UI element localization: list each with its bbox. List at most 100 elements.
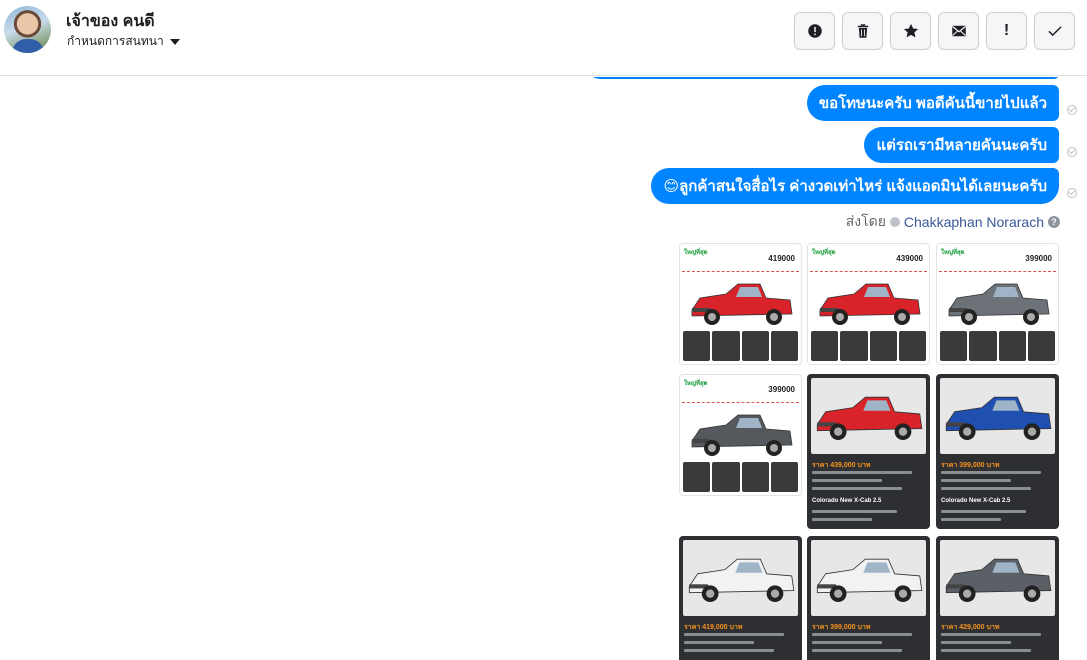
flyer-brand: ใหญ่ที่สุด — [941, 250, 965, 256]
car-flyer-image[interactable]: ใหญ่ที่สุด 399000 — [679, 374, 802, 496]
help-icon[interactable]: ? — [1048, 216, 1060, 228]
car-listing-card[interactable]: ราคา 399,000 บาทColorado New X-Cab 2.5 — [807, 536, 930, 660]
flyer-truck — [686, 405, 796, 461]
envelope-icon — [951, 25, 966, 37]
exclamation-icon: ! — [1003, 22, 1010, 39]
mark-unread-button[interactable] — [938, 12, 979, 50]
car-listing-card[interactable]: ราคา 399,000 บาท Colorado New X-Cab 2.5 — [936, 374, 1059, 529]
pickup-truck-icon — [945, 396, 1052, 441]
card-detail-line — [941, 633, 1041, 636]
message-text: 😊ลูกค้าสนใจสื่อไร ค่างวดเท่าไหร่ แจ้งแอด… — [663, 178, 1047, 195]
car-photo — [683, 540, 798, 616]
card-detail-line — [941, 510, 1026, 513]
card-detail-line — [941, 479, 1011, 482]
spam-button[interactable] — [794, 12, 835, 50]
card-detail-line — [684, 649, 774, 652]
star-button[interactable] — [890, 12, 931, 50]
card-title: Colorado New X-Cab 2.5 — [812, 498, 882, 504]
car-photo — [940, 540, 1055, 616]
card-price: ราคา 439,000 บาท — [812, 462, 871, 469]
message-bubble[interactable] — [586, 77, 1059, 79]
contact-name[interactable]: เจ้าของ คนดี — [66, 9, 155, 34]
message-bubble[interactable]: ขอโทษนะครับ พอดีคันนี้ขายไปแล้ว — [806, 85, 1059, 121]
card-detail-line — [684, 633, 784, 636]
star-icon — [903, 23, 918, 38]
car-listing-card[interactable]: ราคา 439,000 บาท Colorado New X-Cab 2.5 — [807, 374, 930, 529]
card-price: ราคา 399,000 บาท — [812, 624, 871, 631]
car-photo — [811, 378, 926, 454]
flyer-price: 399000 — [768, 385, 795, 394]
flyer-truck — [686, 274, 796, 330]
message-bubble[interactable]: แต่รถเรามีหลายคันนะครับ — [864, 127, 1059, 163]
avatar-shirt — [12, 39, 44, 53]
important-button[interactable]: ! — [986, 12, 1027, 50]
card-detail-line — [812, 510, 897, 513]
car-flyer-image[interactable]: ใหญ่ที่สุด 399000 — [936, 243, 1059, 365]
conversation-settings-dropdown[interactable]: กำหนดการสนทนา — [67, 32, 180, 51]
card-detail-line — [812, 479, 882, 482]
card-detail-line — [812, 633, 912, 636]
flyer-price: 419000 — [768, 254, 795, 263]
card-price: ราคา 419,000 บาท — [684, 624, 743, 631]
pickup-truck-icon — [948, 283, 1050, 325]
header-actions: ! — [794, 12, 1075, 50]
card-detail-line — [941, 641, 1011, 644]
sender-name-link[interactable]: Chakkaphan Norarach — [904, 214, 1044, 230]
message-thread[interactable]: ขอโทษนะครับ พอดีคันนี้ขายไปแล้ว แต่รถเรา… — [0, 77, 1087, 660]
alert-circle-icon — [807, 24, 822, 38]
card-detail-line — [941, 518, 1001, 521]
seen-indicator-icon — [1067, 147, 1077, 157]
pickup-truck-icon — [688, 558, 795, 603]
flyer-brand: ใหญ่ที่สุด — [812, 250, 836, 256]
avatar[interactable] — [4, 6, 51, 53]
car-listing-card[interactable]: ราคา 419,000 บาทColorado New X-Cab 2.5 — [679, 536, 802, 660]
card-detail-line — [941, 649, 1031, 652]
delete-button[interactable] — [842, 12, 883, 50]
pickup-truck-icon — [816, 396, 923, 441]
conversation-header: เจ้าของ คนดี กำหนดการสนทนา ! — [0, 0, 1087, 76]
check-icon — [1047, 26, 1062, 37]
card-detail-line — [684, 641, 754, 644]
card-detail-line — [812, 518, 872, 521]
flyer-brand: ใหญ่ที่สุด — [684, 250, 708, 256]
done-button[interactable] — [1034, 12, 1075, 50]
sender-status-icon — [889, 217, 900, 227]
message-text: ขอโทษนะครับ พอดีคันนี้ขายไปแล้ว — [818, 95, 1047, 112]
flyer-thumbnails — [940, 331, 1055, 361]
sent-by: ส่งโดย Chakkaphan Norarach ? — [846, 211, 1060, 233]
sent-by-label: ส่งโดย — [845, 213, 886, 229]
card-detail-line — [812, 649, 902, 652]
card-price: ราคา 399,000 บาท — [941, 462, 1000, 469]
card-detail-line — [941, 471, 1041, 474]
pickup-truck-icon — [819, 283, 921, 325]
conversation-settings-label: กำหนดการสนทนา — [67, 34, 164, 48]
flyer-brand: ใหญ่ที่สุด — [684, 381, 708, 387]
message-bubble[interactable]: 😊ลูกค้าสนใจสื่อไร ค่างวดเท่าไหร่ แจ้งแอด… — [651, 168, 1059, 204]
caret-down-icon — [169, 39, 180, 45]
trash-icon — [857, 24, 868, 38]
car-flyer-image[interactable]: ใหญ่ที่สุด 419000 — [679, 243, 802, 365]
card-detail-line — [941, 487, 1031, 490]
flyer-price: 439000 — [896, 254, 923, 263]
card-detail-line — [812, 487, 902, 490]
card-detail-line — [812, 641, 882, 644]
flyer-thumbnails — [683, 462, 798, 492]
car-flyer-image[interactable]: ใหญ่ที่สุด 439000 — [807, 243, 930, 365]
pickup-truck-icon — [691, 414, 793, 456]
seen-indicator-icon — [1067, 105, 1077, 115]
flyer-truck — [943, 274, 1053, 330]
car-photo — [811, 540, 926, 616]
flyer-truck — [814, 274, 924, 330]
pickup-truck-icon — [816, 558, 923, 603]
pickup-truck-icon — [691, 283, 793, 325]
pickup-truck-icon — [945, 558, 1052, 603]
card-title: Colorado New X-Cab 2.5 — [941, 498, 1011, 504]
card-detail-line — [812, 471, 912, 474]
car-listing-card[interactable]: ราคา 429,000 บาทColorado New X-Cab 2.5 — [936, 536, 1059, 660]
seen-indicator-icon — [1067, 188, 1077, 198]
flyer-thumbnails — [811, 331, 926, 361]
card-price: ราคา 429,000 บาท — [941, 624, 1000, 631]
flyer-price: 399000 — [1025, 254, 1052, 263]
car-photo — [940, 378, 1055, 454]
message-text: แต่รถเรามีหลายคันนะครับ — [876, 137, 1047, 154]
